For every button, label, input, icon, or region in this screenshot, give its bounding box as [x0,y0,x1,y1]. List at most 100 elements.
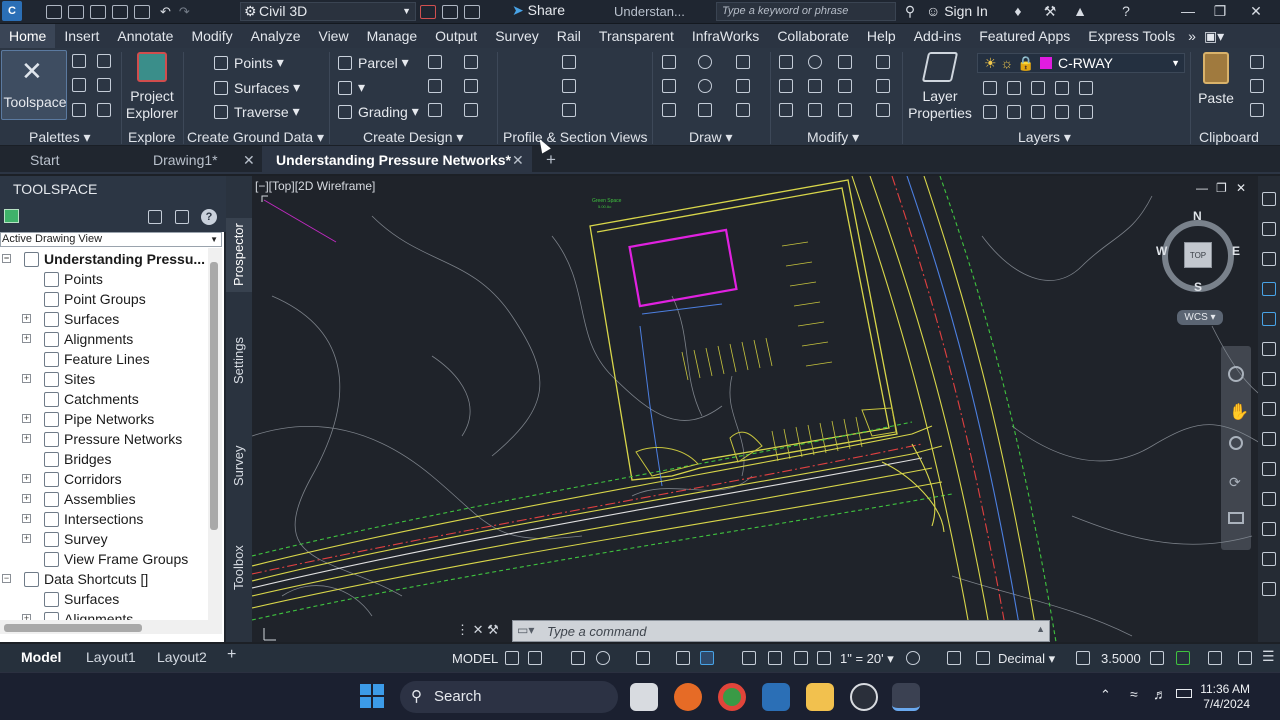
tree-item-point-groups[interactable]: Point Groups [44,289,146,309]
grid-icon[interactable] [505,651,519,665]
tab-infraworks[interactable]: InfraWorks [683,24,768,48]
firefox-icon[interactable] [674,683,702,711]
autoscale-icon[interactable] [794,651,808,665]
palette-tool-icon[interactable] [1262,312,1276,326]
view-dropdown[interactable]: Active Drawing View ▼ [0,232,222,247]
design-center-icon[interactable] [72,78,86,92]
tree-ds-surfaces[interactable]: Surfaces [44,589,119,609]
tree-item-pressure-networks[interactable]: + Pressure Networks [22,429,182,449]
layer-on-icon[interactable] [1031,105,1045,119]
more-icon[interactable] [464,5,480,19]
redo-icon[interactable]: ↷ [179,4,190,20]
palette-tool-icon[interactable] [1262,552,1276,566]
taskbar-search[interactable]: ⚲ Search [400,681,618,713]
toolspace-button[interactable]: ✕ Toolspace [1,50,67,120]
tab-toolbox[interactable]: Toolbox [226,540,252,596]
file-explorer-icon[interactable] [806,683,834,711]
circle-icon[interactable] [698,55,712,69]
volume-icon[interactable]: ♬ [1153,686,1167,702]
clean-screen-icon[interactable] [1208,651,1222,665]
customize-status-icon[interactable]: ☰ [1262,648,1275,665]
share-view-icon[interactable] [442,5,458,19]
palette-tool-icon[interactable] [1262,282,1276,296]
traverse-button[interactable]: Traverse ▾ [214,103,300,120]
profile-view-icon[interactable] [562,55,576,69]
search-icon[interactable]: ⚲ [900,3,920,20]
sign-in-button[interactable]: ☺ Sign In [926,3,988,19]
active-app-icon[interactable] [892,683,920,711]
trim-icon[interactable] [838,55,852,69]
tab-drawing1[interactable]: Drawing1* [153,146,218,174]
prospector-icon[interactable] [4,209,19,223]
panel-profile-section-views[interactable]: Profile & Section Views [503,129,647,145]
palette-tool-icon[interactable] [1262,522,1276,536]
annotation-visibility-icon[interactable] [768,651,782,665]
palette-tool-icon[interactable] [1262,252,1276,266]
settings-icon[interactable] [97,54,111,68]
rotate-icon[interactable] [808,55,822,69]
osnap-icon[interactable] [636,651,650,665]
close-icon[interactable]: ✕ [1246,3,1266,20]
tab-express-tools[interactable]: Express Tools [1079,24,1184,48]
stretch-icon[interactable] [779,103,793,117]
sheet-set-icon[interactable] [72,103,86,117]
viewport-label[interactable]: [−][Top][2D Wireframe] [255,179,375,193]
tree-item-catchments[interactable]: Catchments [44,389,139,409]
viewcube[interactable]: TOP N S E W [1156,209,1240,296]
layer-isolate-icon[interactable] [983,81,997,95]
ribbon-overflow-icon[interactable]: » [1184,24,1200,48]
civil3d-taskbar-icon[interactable] [762,683,790,711]
palette-tool-icon[interactable] [1262,342,1276,356]
tab-featured-apps[interactable]: Featured Apps [970,24,1079,48]
palette-tool-icon[interactable] [1262,492,1276,506]
units-icon[interactable] [976,651,990,665]
expand-icon[interactable]: + [22,474,31,483]
corridor-icon[interactable] [428,79,442,93]
item-view-icon[interactable] [148,210,162,224]
tree-item-alignments[interactable]: + Alignments [22,329,133,349]
cart-icon[interactable]: ♦ [1008,3,1028,19]
markup-icon[interactable] [97,103,111,117]
match-properties-icon[interactable] [1250,103,1264,117]
annotation-scale-dropdown[interactable]: 1" = 20' ▾ [840,651,894,667]
undo-icon[interactable]: ↶ [160,4,171,20]
layer-unisolate-icon[interactable] [983,105,997,119]
help-icon[interactable]: ? [1116,3,1136,19]
layer-thaw-icon[interactable] [1007,105,1021,119]
plus-icon[interactable] [947,651,961,665]
alignment-icon[interactable] [428,55,442,69]
tree-item-feature-lines[interactable]: Feature Lines [44,349,150,369]
palette-tool-icon[interactable] [1262,462,1276,476]
command-history-icon[interactable]: ▲ [1036,624,1045,634]
selection-cycling-icon[interactable] [700,651,714,665]
mirror-icon[interactable] [808,79,822,93]
hardware-acceleration-icon[interactable] [1176,651,1190,665]
palette-tool-icon[interactable] [1262,402,1276,416]
tree-item-assemblies[interactable]: + Assemblies [22,489,136,509]
expand-icon[interactable]: + [22,414,31,423]
scale-icon[interactable] [808,103,822,117]
panel-modify[interactable]: Modify ▾ [807,129,859,146]
layer-unlock-icon[interactable] [1055,105,1069,119]
palette-tool-icon[interactable] [1262,222,1276,236]
tree-item-surfaces[interactable]: + Surfaces [22,309,119,329]
maximize-icon[interactable]: ❐ [1210,3,1230,20]
tab-prospector[interactable]: Prospector [226,218,252,292]
battery-icon[interactable] [1176,689,1192,698]
tab-start[interactable]: Start [30,146,60,174]
model-space-button[interactable]: MODEL [452,651,498,666]
list-view-icon[interactable] [175,210,189,224]
arc-icon[interactable] [662,79,676,93]
project-explorer-button[interactable]: Project Explorer [124,52,180,122]
panel-create-design[interactable]: Create Design ▾ [363,129,463,146]
civil3d-logo[interactable]: C [2,1,22,21]
tab-rail[interactable]: Rail [548,24,590,48]
horizontal-scroll-thumb[interactable] [4,624,142,632]
add-layout-icon[interactable]: + [227,646,236,664]
tab-layout2[interactable]: Layout2 [157,649,207,665]
new-icon[interactable] [46,5,62,19]
tab-modify[interactable]: Modify [182,24,241,48]
close-command-icon[interactable]: ✕ [473,622,484,637]
plot-icon[interactable] [134,5,150,19]
open-icon[interactable] [68,5,84,19]
